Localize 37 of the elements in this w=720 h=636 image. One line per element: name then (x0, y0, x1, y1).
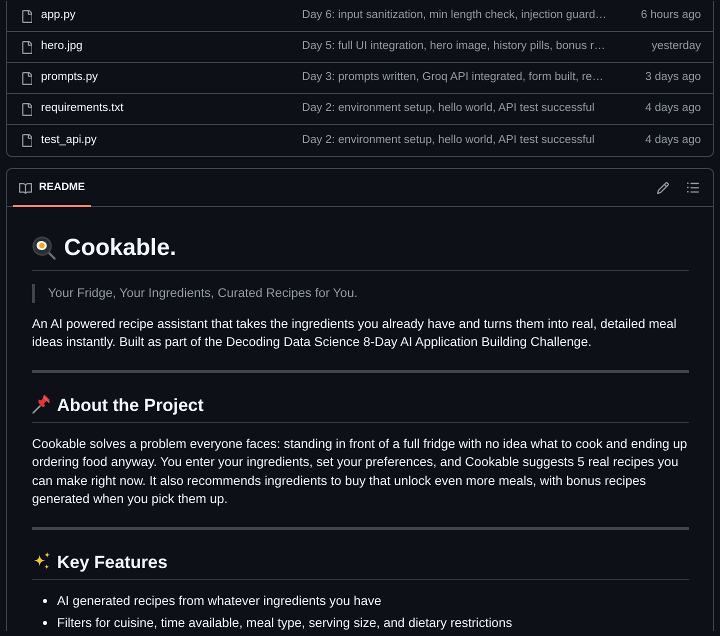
feature-item: Filters for cuisine, time available, meal type, serving size, and dietary restrictions (57, 614, 512, 631)
commit-message-link[interactable]: Day 3: prompts written, Groq API integrated, form built, re… (302, 69, 646, 87)
commit-time: 4 days ago (645, 101, 701, 116)
frying-pan-icon (32, 236, 56, 260)
readme-tab[interactable]: README (13, 171, 91, 207)
readme-title: Cookable. (64, 233, 176, 262)
file-icon (22, 40, 32, 54)
file-icon (22, 134, 32, 147)
section-paragraph: Cookable solves a problem everyone faces: standing in front of a full fridge with no idea what to cook and ending up ordering food anyway. You enter your ingredients, set your preferences, and Cookable suggests 5 real recipes you can make right now. It also recommends ingredients to buy that unlock even more meals, with bonus recipes generated when you pick them up. (32, 434, 688, 508)
intro-paragraph: An AI powered recipe assistant that takes the ingredients you already have and turns them into real, detailed meal ideas instantly. Built as part of the Decoding Data Science 8-Day AI Application Building Challenge. (32, 314, 678, 351)
commit-time: 4 days ago (645, 132, 701, 148)
file-name-link[interactable]: test_api.py (41, 132, 302, 150)
file-name-link[interactable]: requirements.txt (41, 100, 302, 118)
file-name-link[interactable]: prompts.py (41, 69, 302, 87)
bullet-icon (43, 620, 47, 624)
list-icon (687, 182, 699, 193)
tagline-quote: Your Fridge, Your Ingredients, Curated Recipes for You. (32, 284, 689, 302)
bullet-icon (43, 598, 47, 602)
sparkles-icon (32, 552, 51, 571)
file-icon (22, 102, 32, 116)
file-name-link[interactable]: hero.jpg (41, 38, 302, 56)
section-heading: Key Features (57, 550, 168, 574)
commit-time: yesterday (652, 39, 701, 54)
commit-message-link[interactable]: Day 5: full UI integration, hero image, history pills, bonus r… (302, 38, 652, 56)
commit-time: 3 days ago (645, 70, 701, 86)
commit-message-link[interactable]: Day 2: environment setup, hello world, API test successful (302, 100, 646, 118)
file-icon (22, 10, 32, 22)
commit-message-link[interactable]: Day 6: input sanitization, min length check, injection guard… (302, 7, 641, 25)
book-icon (19, 182, 32, 194)
pushpin-icon (32, 395, 51, 414)
feature-item: AI generated recipes from whatever ingredients you have (57, 592, 382, 610)
file-icon (22, 72, 32, 84)
commit-message-link[interactable]: Day 2: environment setup, hello world, API test successful (302, 132, 646, 150)
file-name-link[interactable]: app.py (41, 7, 302, 25)
section-heading: About the Project (57, 394, 204, 416)
commit-time: 6 hours ago (640, 8, 701, 24)
pencil-icon (657, 182, 669, 194)
